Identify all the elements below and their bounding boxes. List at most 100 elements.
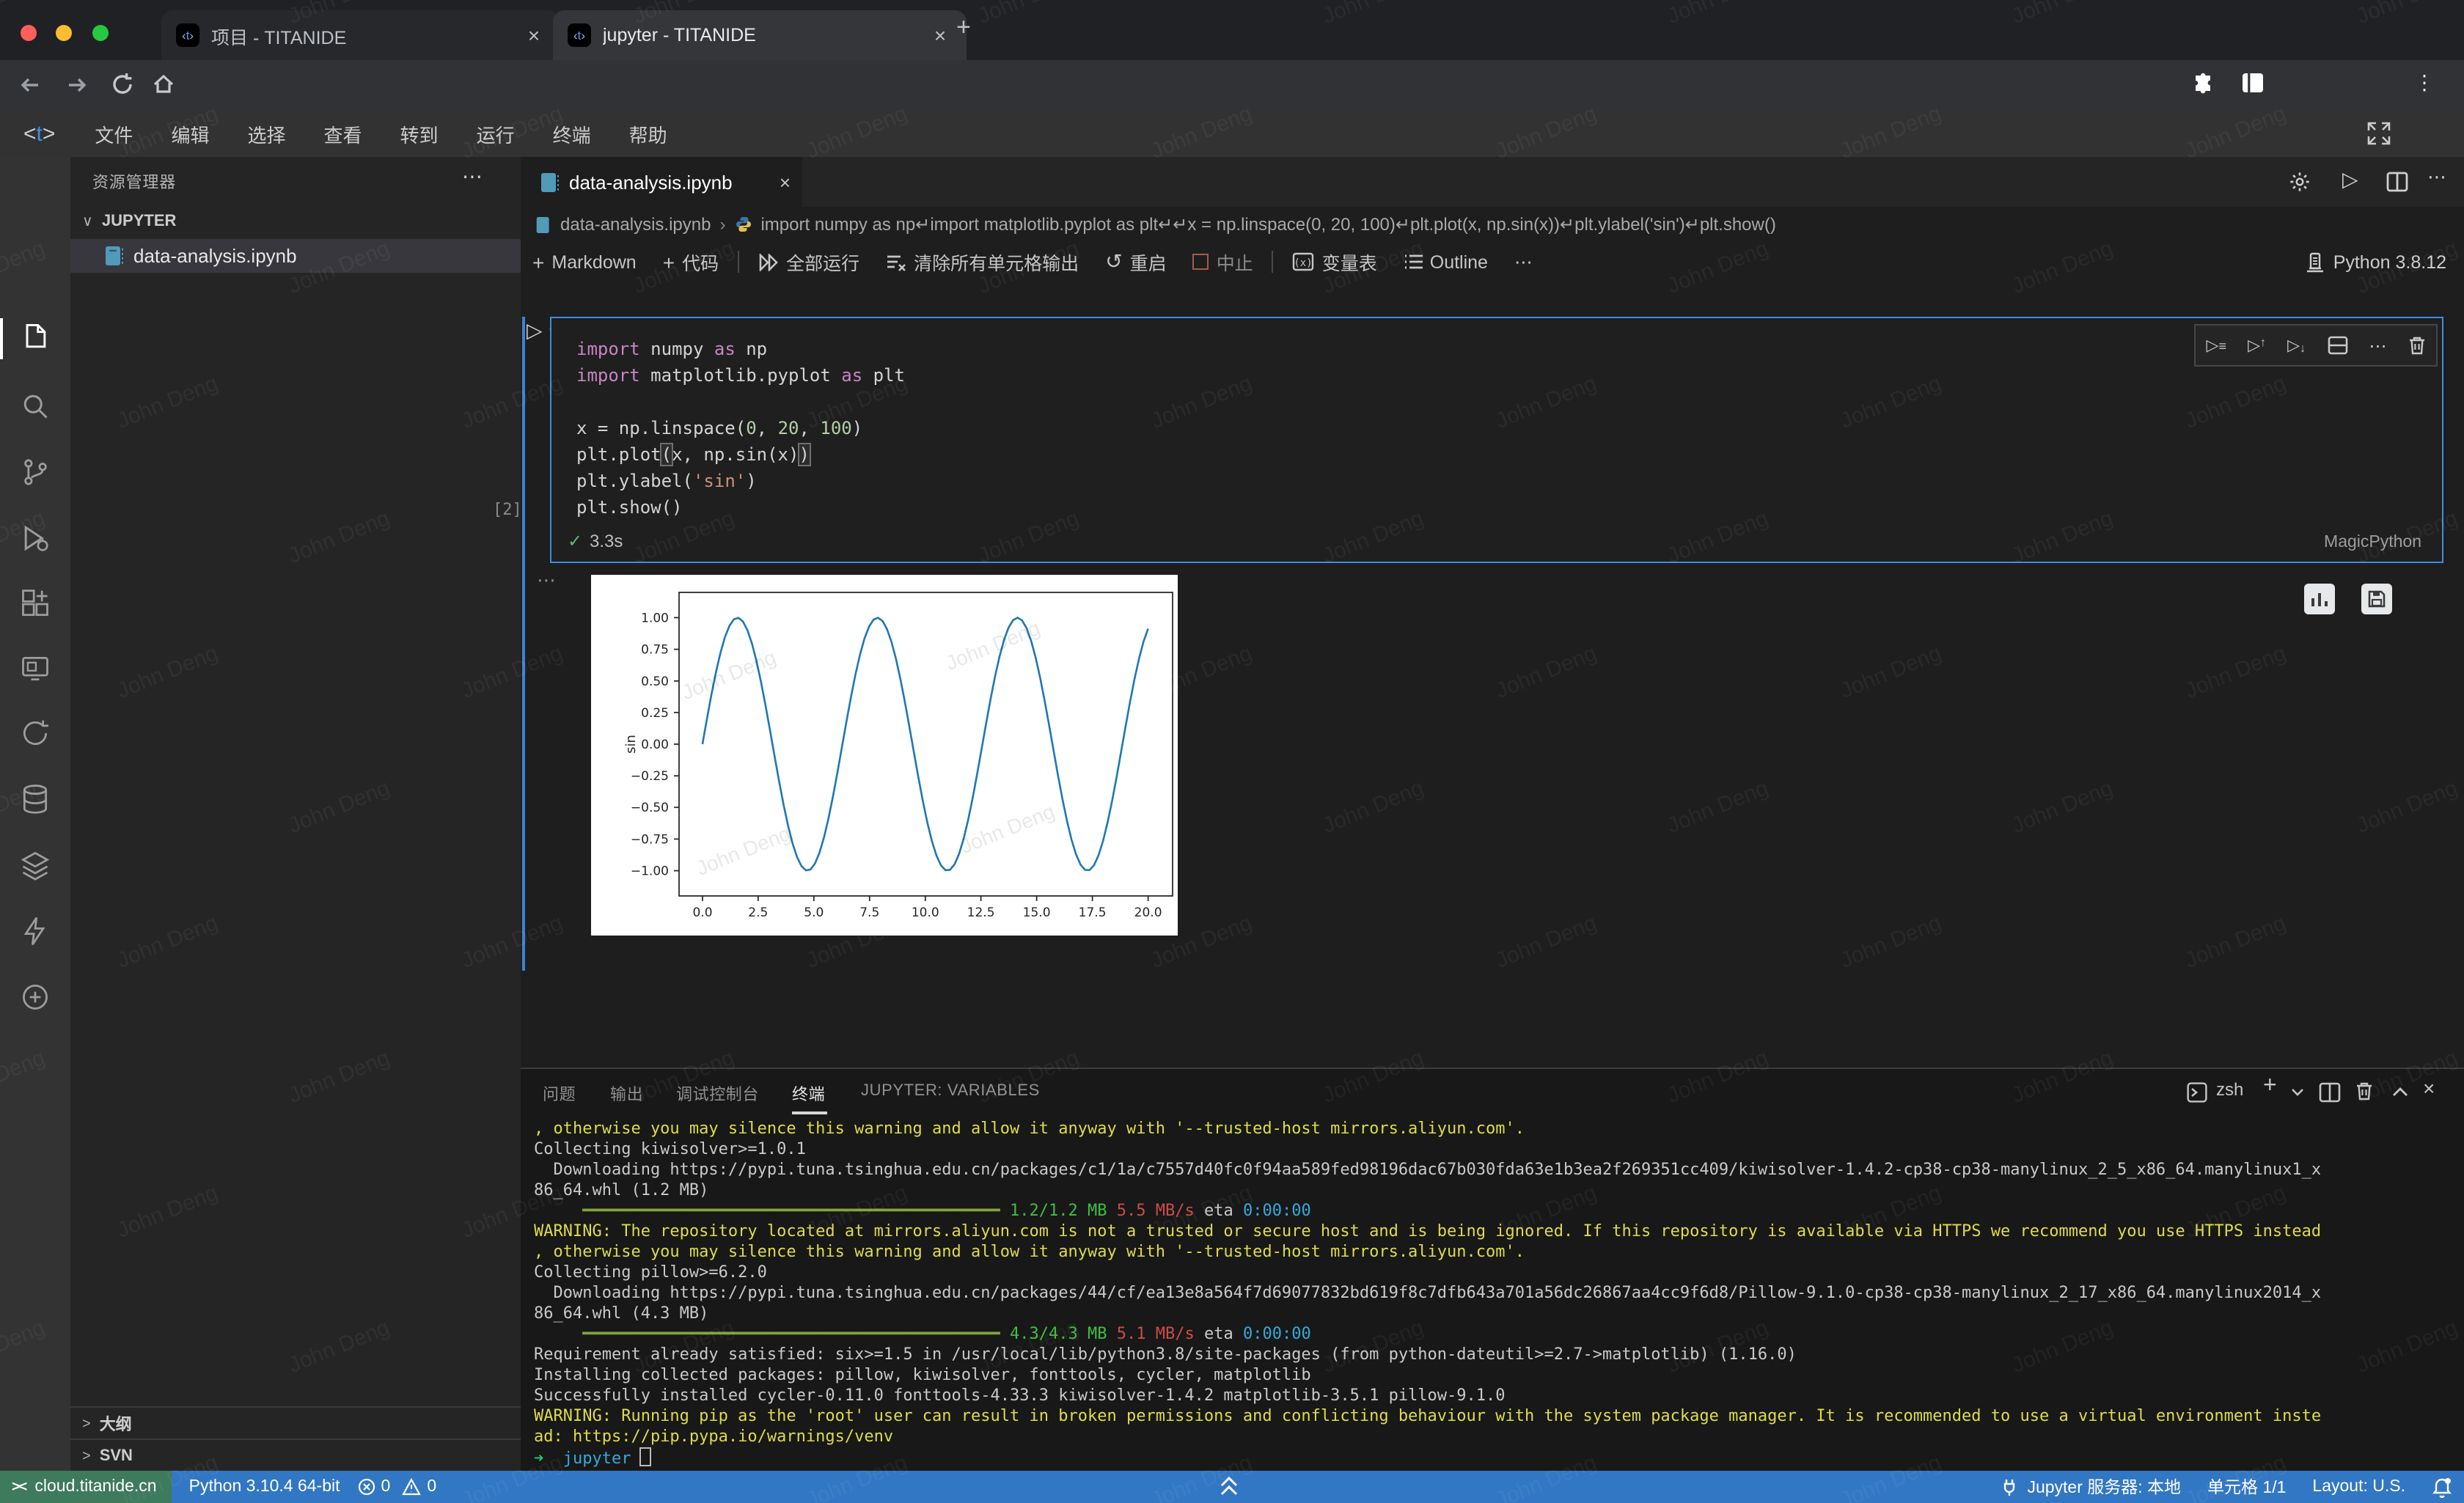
home-icon[interactable] [151, 72, 176, 97]
run-debug-icon[interactable] [19, 522, 51, 554]
new-tab-button[interactable]: + [956, 13, 971, 43]
text-line: Requirement already satisfied: six>=1.5 … [534, 1345, 2455, 1365]
keyboard-layout[interactable]: Layout: U.S. [2312, 1478, 2405, 1496]
split-cell-icon[interactable] [2327, 336, 2347, 355]
sidebar-item-notebook[interactable]: data-analysis.ipynb [70, 239, 521, 273]
problems-status[interactable]: 0 0 [358, 1478, 437, 1496]
remote-explorer-icon[interactable] [19, 653, 51, 685]
save-output-button[interactable] [2361, 584, 2392, 614]
browser-tab-jupyter[interactable]: ‹t› jupyter - TITANIDE × [553, 10, 967, 60]
notifications-bell[interactable] [2432, 1476, 2452, 1498]
close-tab-icon[interactable]: × [780, 171, 791, 193]
extensions-puzzle-icon[interactable] [2191, 72, 2216, 97]
menu-selection[interactable]: 选择 [247, 120, 285, 147]
tab-debug-console[interactable]: 调试控制台 [676, 1082, 759, 1106]
close-tab-icon[interactable]: × [522, 23, 546, 47]
sync-icon[interactable] [19, 717, 51, 749]
jupyter-server-status[interactable]: Jupyter 服务器: 本地 [2001, 1475, 2181, 1499]
close-panel-icon[interactable]: × [2423, 1076, 2435, 1100]
editor-tab-notebook[interactable]: data-analysis.ipynb × [521, 157, 802, 207]
menu-run[interactable]: 运行 [477, 120, 515, 147]
menu-view[interactable]: 查看 [324, 120, 362, 147]
browser-tab-project[interactable]: ‹t› 项目 - TITANIDE × [161, 10, 560, 60]
add-code-button[interactable]: +代码 [663, 248, 719, 276]
notebook-settings-gear-icon[interactable] [2288, 170, 2311, 194]
explorer-files-icon[interactable] [19, 321, 51, 353]
language-mode[interactable]: MagicPython [2324, 534, 2421, 551]
reload-icon[interactable] [110, 72, 135, 97]
close-window-button[interactable] [21, 25, 37, 41]
forward-icon[interactable] [66, 73, 89, 97]
plot-output: 0.02.55.07.510.012.515.017.520.01.000.75… [591, 575, 1178, 936]
plugin-icon[interactable] [19, 981, 51, 1013]
breadcrumb[interactable]: data-analysis.ipynb › import numpy as np… [521, 207, 2464, 242]
cell-more-icon[interactable]: ⋯ [2369, 335, 2386, 356]
sidebar-section-jupyter[interactable]: ∨ JUPYTER [82, 213, 176, 230]
minimize-window-button[interactable] [56, 25, 73, 41]
menu-edit[interactable]: 编辑 [171, 120, 209, 147]
editor-more-icon[interactable]: ⋯ [2427, 166, 2446, 189]
text-line: ad: https://pip.pypa.io/warnings/venv [534, 1427, 2455, 1447]
browser-menu-icon[interactable]: ⋮ [2414, 70, 2435, 95]
kernel-picker[interactable]: Python 3.8.12 [2306, 242, 2446, 282]
run-cell-button[interactable]: ▷ [527, 318, 543, 343]
split-terminal-icon[interactable] [2319, 1082, 2341, 1103]
database-icon[interactable] [19, 783, 51, 815]
sidebar-section-svn[interactable]: >SVN [70, 1438, 521, 1472]
sidebar-section-outline[interactable]: >大纲 [70, 1406, 521, 1440]
menu-file[interactable]: 文件 [95, 120, 133, 147]
menu-goto[interactable]: 转到 [400, 120, 439, 147]
menu-terminal[interactable]: 终端 [553, 120, 591, 147]
code-cell[interactable]: import numpy as npimport matplotlib.pypl… [550, 317, 2443, 563]
svg-text:0.00: 0.00 [641, 738, 669, 752]
fullscreen-icon[interactable] [2367, 122, 2391, 145]
split-editor-icon[interactable] [2386, 172, 2408, 192]
search-icon[interactable] [19, 390, 51, 422]
add-markdown-button[interactable]: +Markdown [532, 250, 637, 273]
execute-cell-and-below-icon[interactable]: ▷≡ [2207, 336, 2226, 355]
restart-button[interactable]: ↺重启 [1105, 248, 1167, 276]
cell-code[interactable]: import numpy as npimport matplotlib.pypl… [576, 336, 905, 521]
source-control-icon[interactable] [19, 456, 51, 488]
outline-button[interactable]: Outline [1404, 251, 1488, 272]
tab-jupyter-variables[interactable]: JUPYTER: VARIABLES [861, 1082, 1040, 1100]
terminal-output[interactable]: , otherwise you may silence this warning… [534, 1119, 2455, 1468]
toolbar-more-icon[interactable]: ⋯ [1514, 251, 1533, 273]
svg-text:−1.00: −1.00 [631, 864, 669, 879]
status-bar-right: Jupyter 服务器: 本地 单元格 1/1 Layout: U.S. [1974, 1471, 2452, 1503]
layers-icon[interactable] [19, 849, 51, 881]
new-terminal-button[interactable]: + [2263, 1073, 2277, 1100]
tab-problems[interactable]: 问题 [543, 1082, 576, 1106]
extensions-icon[interactable] [19, 588, 51, 620]
zoom-window-button[interactable] [92, 25, 109, 41]
delete-cell-trash-icon[interactable] [2408, 336, 2425, 355]
interrupt-button[interactable]: 中止 [1193, 248, 1253, 276]
variables-button[interactable]: (x)变量表 [1293, 248, 1377, 276]
change-presentation-button[interactable] [2304, 584, 2335, 614]
shell-name[interactable]: zsh [2216, 1079, 2243, 1100]
tab-output[interactable]: 输出 [610, 1082, 643, 1106]
cell-position[interactable]: 单元格 1/1 [2207, 1475, 2286, 1499]
output-collapse-icon[interactable]: ⋯ [537, 569, 556, 592]
python-interpreter[interactable]: Python 3.10.4 64-bit [189, 1478, 340, 1496]
restore-panel-chevrons-icon[interactable] [1217, 1474, 1241, 1499]
back-icon[interactable] [18, 73, 41, 97]
run-all-button[interactable]: 全部运行 [758, 248, 859, 276]
close-tab-icon[interactable]: × [928, 23, 952, 47]
kill-terminal-trash-icon[interactable] [2355, 1081, 2373, 1101]
execute-above-icon[interactable]: ▷↑ [2248, 336, 2266, 355]
menu-help[interactable]: 帮助 [629, 120, 667, 147]
breadcrumb-code[interactable]: import numpy as np↵import matplotlib.pyp… [760, 214, 1775, 235]
remote-indicator[interactable]: >< cloud.titanide.cn [0, 1471, 172, 1503]
sidebar-more-icon[interactable]: ⋯ [462, 164, 483, 189]
tab-terminal[interactable]: 终端 [792, 1082, 825, 1106]
execute-below-icon[interactable]: ▷↓ [2287, 336, 2306, 355]
terminal-dropdown-chevron-icon[interactable] [2291, 1088, 2304, 1097]
maximize-panel-chevron-icon[interactable] [2392, 1087, 2408, 1097]
breadcrumb-file[interactable]: data-analysis.ipynb [560, 214, 711, 235]
thunder-icon[interactable] [19, 915, 51, 947]
traffic-lights[interactable] [21, 22, 109, 48]
run-all-play-icon[interactable]: ▷ [2342, 167, 2358, 192]
sidebar-toggle-icon[interactable] [2241, 72, 2265, 94]
clear-outputs-button[interactable]: 清除所有单元格输出 [886, 248, 1079, 276]
